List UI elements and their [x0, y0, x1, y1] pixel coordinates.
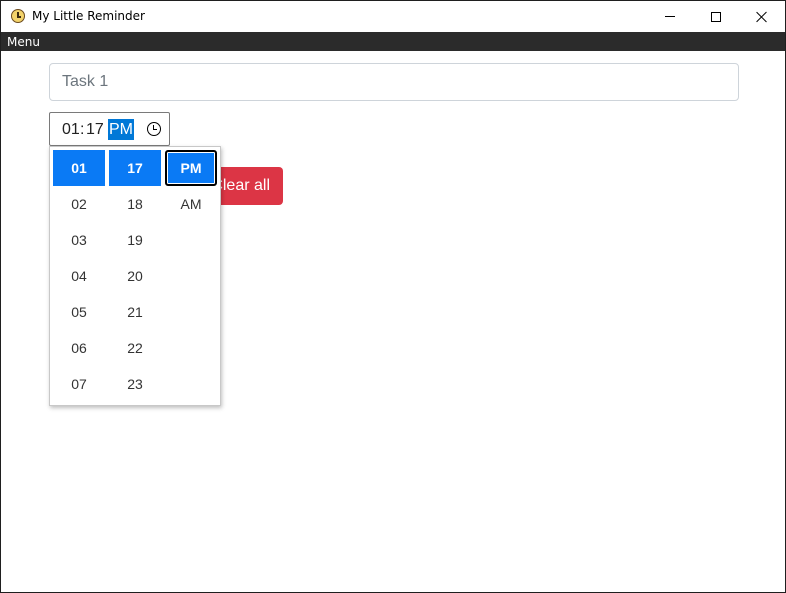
minute-column: 17 18 19 20 21 22 23 [109, 150, 161, 402]
minute-option[interactable]: 20 [109, 258, 161, 294]
time-ampm-segment[interactable]: PM [108, 119, 134, 140]
title-bar[interactable]: My Little Reminder [1, 1, 785, 32]
app-window: My Little Reminder Menu Clear all 01 : 1… [0, 0, 786, 593]
hour-column: 01 02 03 04 05 06 07 [53, 150, 105, 402]
menu-item-menu[interactable]: Menu [7, 35, 40, 49]
minute-option[interactable]: 19 [109, 222, 161, 258]
time-separator: : [80, 121, 85, 138]
close-button[interactable] [739, 1, 785, 32]
hour-option[interactable]: 07 [53, 366, 105, 402]
task-input[interactable] [49, 63, 739, 101]
maximize-icon [711, 11, 721, 22]
window-title: My Little Reminder [32, 9, 145, 23]
menu-bar: Menu [1, 32, 785, 51]
minute-option[interactable]: 21 [109, 294, 161, 330]
close-icon [756, 11, 768, 23]
minute-option[interactable]: 23 [109, 366, 161, 402]
time-picker-dropdown: 01 02 03 04 05 06 07 17 18 19 20 21 22 2… [49, 146, 221, 406]
minute-option[interactable]: 22 [109, 330, 161, 366]
minute-option[interactable]: 17 [109, 150, 161, 186]
time-input[interactable]: 01 : 17 PM [49, 112, 170, 146]
clock-app-icon [11, 9, 25, 23]
clock-icon[interactable] [147, 122, 161, 136]
hour-option[interactable]: 05 [53, 294, 105, 330]
minute-option[interactable]: 18 [109, 186, 161, 222]
hour-option[interactable]: 02 [53, 186, 105, 222]
ampm-column: PM AM [165, 150, 217, 222]
time-minute-segment[interactable]: 17 [86, 121, 104, 139]
ampm-option[interactable]: PM [165, 150, 217, 186]
hour-option[interactable]: 06 [53, 330, 105, 366]
hour-option[interactable]: 03 [53, 222, 105, 258]
time-hour-segment[interactable]: 01 [62, 121, 80, 139]
maximize-button[interactable] [693, 1, 739, 32]
ampm-option[interactable]: AM [165, 186, 217, 222]
hour-option[interactable]: 01 [53, 150, 105, 186]
hour-option[interactable]: 04 [53, 258, 105, 294]
minimize-icon [665, 16, 675, 17]
minimize-button[interactable] [647, 1, 693, 32]
